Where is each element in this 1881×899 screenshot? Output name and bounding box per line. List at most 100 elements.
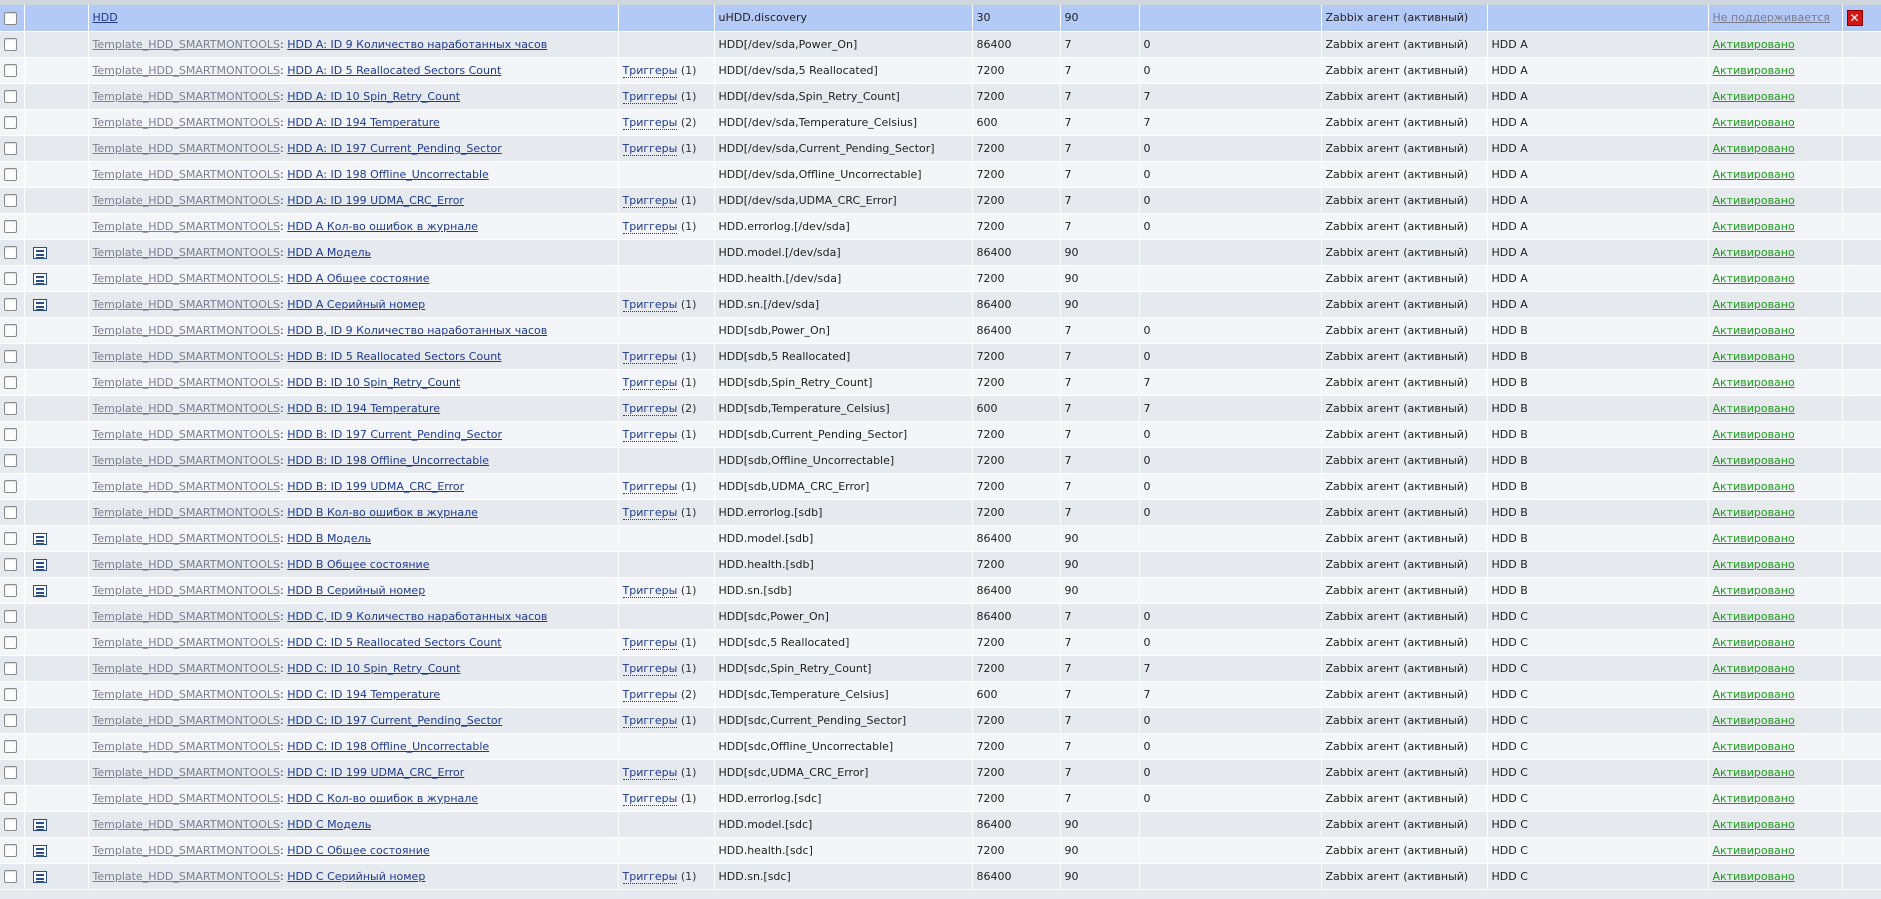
row-checkbox[interactable] — [4, 479, 17, 493]
row-checkbox[interactable] — [4, 141, 17, 155]
item-name-link[interactable]: HDD C: ID 5 Reallocated Sectors Count — [287, 636, 501, 649]
status-link[interactable]: Активировано — [1713, 116, 1795, 129]
row-checkbox[interactable] — [4, 505, 17, 519]
item-name-link[interactable]: HDD C: ID 199 UDMA_CRC_Error — [287, 766, 464, 779]
row-checkbox[interactable] — [4, 531, 17, 545]
row-checkbox[interactable] — [4, 661, 17, 675]
row-checkbox[interactable] — [4, 609, 17, 623]
item-name-link[interactable]: HDD B: ID 199 UDMA_CRC_Error — [287, 480, 464, 493]
row-checkbox[interactable] — [4, 817, 17, 831]
status-link[interactable]: Активировано — [1713, 558, 1795, 571]
status-link[interactable]: Активировано — [1713, 506, 1795, 519]
row-checkbox[interactable] — [4, 427, 17, 441]
host-item-icon[interactable] — [32, 272, 47, 285]
template-link[interactable]: Template_HDD_SMARTMONTOOLS — [93, 480, 281, 493]
host-item-icon[interactable] — [32, 558, 47, 571]
template-link[interactable]: Template_HDD_SMARTMONTOOLS — [93, 740, 281, 753]
status-link[interactable]: Активировано — [1713, 610, 1795, 623]
error-x-icon[interactable]: ✕ — [1846, 9, 1863, 26]
status-link[interactable]: Активировано — [1713, 766, 1795, 779]
item-name-link[interactable]: HDD C Кол-во ошибок в журнале — [287, 792, 478, 805]
template-link[interactable]: Template_HDD_SMARTMONTOOLS — [93, 272, 281, 285]
triggers-link[interactable]: Триггеры — [622, 89, 678, 104]
triggers-link[interactable]: Триггеры — [622, 401, 678, 416]
row-checkbox[interactable] — [4, 583, 17, 597]
host-item-icon[interactable] — [32, 818, 47, 831]
status-link[interactable]: Активировано — [1713, 870, 1795, 883]
row-checkbox[interactable] — [4, 271, 17, 285]
triggers-link[interactable]: Триггеры — [622, 141, 678, 156]
item-name-link[interactable]: HDD C Модель — [287, 818, 371, 831]
triggers-link[interactable]: Триггеры — [622, 193, 678, 208]
row-checkbox[interactable] — [4, 89, 17, 103]
triggers-link[interactable]: Триггеры — [622, 349, 678, 364]
template-link[interactable]: Template_HDD_SMARTMONTOOLS — [93, 168, 281, 181]
template-link[interactable]: Template_HDD_SMARTMONTOOLS — [93, 714, 281, 727]
item-name-link[interactable]: HDD C Серийный номер — [287, 870, 425, 883]
row-checkbox[interactable] — [4, 713, 17, 727]
triggers-link[interactable]: Триггеры — [622, 63, 678, 78]
status-link[interactable]: Активировано — [1713, 532, 1795, 545]
status-link[interactable]: Активировано — [1713, 662, 1795, 675]
triggers-link[interactable]: Триггеры — [622, 505, 678, 520]
item-name-link[interactable]: HDD B Кол-во ошибок в журнале — [287, 506, 478, 519]
status-link[interactable]: Активировано — [1713, 402, 1795, 415]
item-name-link[interactable]: HDD B: ID 198 Offline_Uncorrectable — [287, 454, 489, 467]
status-link[interactable]: Активировано — [1713, 480, 1795, 493]
item-name-link[interactable]: HDD C: ID 198 Offline_Uncorrectable — [287, 740, 489, 753]
host-item-icon[interactable] — [32, 844, 47, 857]
status-link[interactable]: Активировано — [1713, 688, 1795, 701]
item-name-link[interactable]: HDD A Кол-во ошибок в журнале — [287, 220, 478, 233]
row-checkbox[interactable] — [4, 297, 17, 311]
template-link[interactable]: Template_HDD_SMARTMONTOOLS — [93, 870, 281, 883]
template-link[interactable]: Template_HDD_SMARTMONTOOLS — [93, 194, 281, 207]
row-checkbox[interactable] — [4, 323, 17, 337]
item-name-link[interactable]: HDD C, ID 9 Количество наработанных часо… — [287, 610, 547, 623]
template-link[interactable]: Template_HDD_SMARTMONTOOLS — [93, 38, 281, 51]
item-name-link[interactable]: HDD C: ID 197 Current_Pending_Sector — [287, 714, 502, 727]
item-name-link[interactable]: HDD A: ID 199 UDMA_CRC_Error — [287, 194, 464, 207]
status-link[interactable]: Активировано — [1713, 246, 1795, 259]
status-link[interactable]: Активировано — [1713, 142, 1795, 155]
triggers-link[interactable]: Триггеры — [622, 869, 678, 884]
host-item-icon[interactable] — [32, 584, 47, 597]
template-link[interactable]: Template_HDD_SMARTMONTOOLS — [93, 64, 281, 77]
item-name-link[interactable]: HDD A Общее состояние — [287, 272, 429, 285]
host-item-icon[interactable] — [32, 246, 47, 259]
status-link[interactable]: Активировано — [1713, 38, 1795, 51]
status-link[interactable]: Активировано — [1713, 740, 1795, 753]
template-link[interactable]: Template_HDD_SMARTMONTOOLS — [93, 142, 281, 155]
status-link[interactable]: Активировано — [1713, 454, 1795, 467]
row-checkbox[interactable] — [4, 401, 17, 415]
row-checkbox[interactable] — [4, 791, 17, 805]
row-checkbox[interactable] — [4, 349, 17, 363]
host-item-icon[interactable] — [32, 870, 47, 883]
row-checkbox[interactable] — [4, 843, 17, 857]
status-link[interactable]: Активировано — [1713, 272, 1795, 285]
item-name-link[interactable]: HDD C: ID 194 Temperature — [287, 688, 440, 701]
triggers-link[interactable]: Триггеры — [622, 115, 678, 130]
status-link[interactable]: Активировано — [1713, 64, 1795, 77]
status-link[interactable]: Активировано — [1713, 220, 1795, 233]
item-name-link[interactable]: HDD B: ID 5 Reallocated Sectors Count — [287, 350, 501, 363]
template-link[interactable]: Template_HDD_SMARTMONTOOLS — [93, 766, 281, 779]
item-name-link[interactable]: HDD C Общее состояние — [287, 844, 429, 857]
template-link[interactable]: Template_HDD_SMARTMONTOOLS — [93, 402, 281, 415]
triggers-link[interactable]: Триггеры — [622, 375, 678, 390]
triggers-link[interactable]: Триггеры — [622, 765, 678, 780]
triggers-link[interactable]: Триггеры — [622, 297, 678, 312]
template-link[interactable]: Template_HDD_SMARTMONTOOLS — [93, 454, 281, 467]
item-name-link[interactable]: HDD B Модель — [287, 532, 371, 545]
item-name-link[interactable]: HDD A: ID 197 Current_Pending_Sector — [287, 142, 502, 155]
template-link[interactable]: Template_HDD_SMARTMONTOOLS — [93, 90, 281, 103]
template-link[interactable]: Template_HDD_SMARTMONTOOLS — [93, 506, 281, 519]
triggers-link[interactable]: Триггеры — [622, 713, 678, 728]
status-link[interactable]: Активировано — [1713, 194, 1795, 207]
item-name-link[interactable]: HDD B: ID 197 Current_Pending_Sector — [287, 428, 502, 441]
item-name-link[interactable]: HDD A: ID 5 Reallocated Sectors Count — [287, 64, 501, 77]
template-link[interactable]: Template_HDD_SMARTMONTOOLS — [93, 610, 281, 623]
status-link[interactable]: Активировано — [1713, 350, 1795, 363]
template-link[interactable]: Template_HDD_SMARTMONTOOLS — [93, 116, 281, 129]
template-link[interactable]: Template_HDD_SMARTMONTOOLS — [93, 584, 281, 597]
template-link[interactable]: Template_HDD_SMARTMONTOOLS — [93, 636, 281, 649]
